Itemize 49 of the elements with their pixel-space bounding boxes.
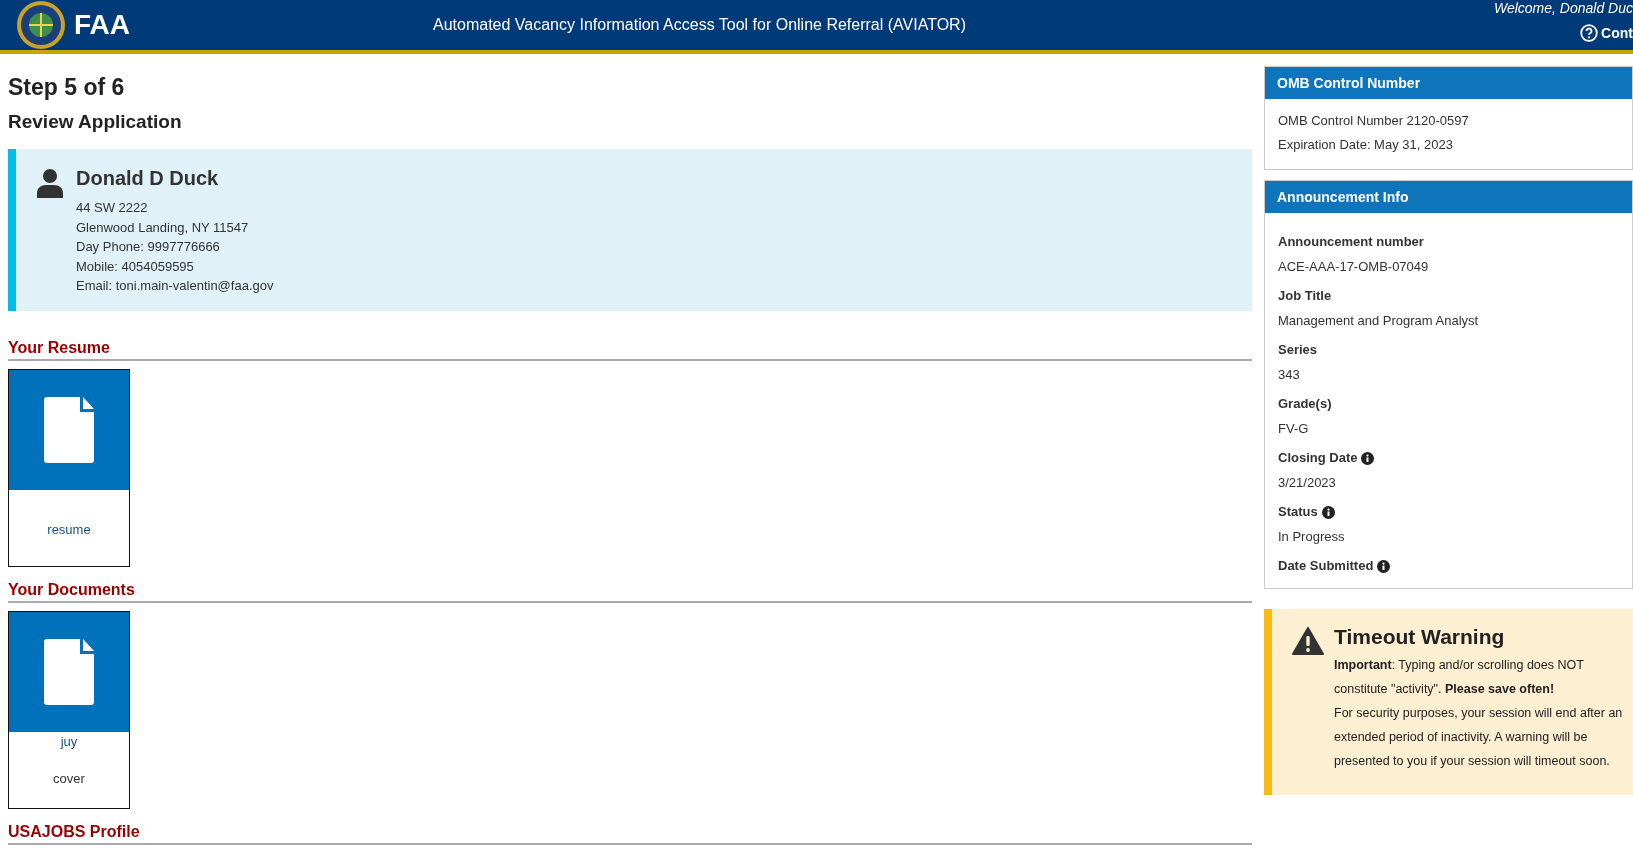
field-value: 3/21/2023 xyxy=(1278,474,1337,492)
field-value: ACE-AAA-17-OMB-07049 xyxy=(1278,258,1430,276)
contact-line: 44 SW 2222 xyxy=(76,199,149,217)
field-value: FV-G xyxy=(1278,420,1310,438)
agency-name: FAA xyxy=(74,9,130,41)
contact-link[interactable]: Cont xyxy=(1580,24,1633,42)
document-tile[interactable]: resume xyxy=(8,369,130,567)
warning-icon xyxy=(1292,627,1324,655)
app-title: Automated Vacancy Information Access Tool for Online Referral (AVIATOR) xyxy=(433,16,966,34)
field-label: Grade(s) xyxy=(1278,395,1332,413)
page-subtitle: Review Application xyxy=(8,111,183,133)
panel-heading: Announcement Info xyxy=(1265,181,1632,213)
person-icon xyxy=(36,168,64,198)
field-label: Series xyxy=(1278,341,1318,359)
field-label: Announcement number xyxy=(1278,233,1424,251)
document-icon xyxy=(44,639,94,705)
omb-text: Expiration Date: May 31, 2023 xyxy=(1278,136,1454,154)
seal-icon xyxy=(16,0,66,50)
warning-text: For security purposes, your session will end after an extended period of inactivity. A warning will be presented to you if your session will timeout soon. xyxy=(1334,705,1624,770)
info-icon[interactable] xyxy=(1361,451,1375,465)
welcome-text: Welcome, Donald Duc xyxy=(1493,0,1633,16)
applicant-name: Donald D Duck xyxy=(76,167,220,190)
field-label: Date Submitted xyxy=(1278,557,1374,575)
section-heading: Your Documents xyxy=(8,581,1252,603)
warning-text: Important: Typing and/or scrolling does NOT constitute "activity". Please save often! xyxy=(1334,657,1585,698)
document-link[interactable]: resume xyxy=(47,521,91,537)
help-icon xyxy=(1580,24,1599,42)
contact-line: Mobile: 4054059595 xyxy=(76,257,195,276)
info-icon[interactable] xyxy=(1321,505,1335,519)
contact-line: Day Phone: 9997776666 xyxy=(76,238,221,256)
document-tile[interactable]: juy cover xyxy=(8,611,130,809)
field-value: 343 xyxy=(1278,366,1301,384)
section-heading: USAJOBS Profile xyxy=(8,823,1252,845)
contact-line: Email: toni.main-valentin@faa.gov xyxy=(76,277,274,295)
info-icon[interactable] xyxy=(1377,559,1391,573)
field-label: Status xyxy=(1278,503,1318,521)
document-link[interactable]: juy xyxy=(60,734,78,749)
document-name: cover xyxy=(53,771,85,786)
panel-heading: OMB Control Number xyxy=(1265,67,1632,99)
warning-title: Timeout Warning xyxy=(1334,625,1506,649)
document-icon xyxy=(44,397,94,463)
field-value: Management and Program Analyst xyxy=(1278,312,1480,330)
field-label: Closing Date xyxy=(1278,449,1358,467)
contact-line: Glenwood Landing, NY 11547 xyxy=(76,218,250,237)
field-label: Job Title xyxy=(1278,287,1332,305)
step-heading: Step 5 of 6 xyxy=(8,74,126,101)
field-value: In Progress xyxy=(1278,528,1346,546)
section-heading: Your Resume xyxy=(8,339,1252,361)
omb-text: OMB Control Number 2120-0597 xyxy=(1278,112,1470,130)
